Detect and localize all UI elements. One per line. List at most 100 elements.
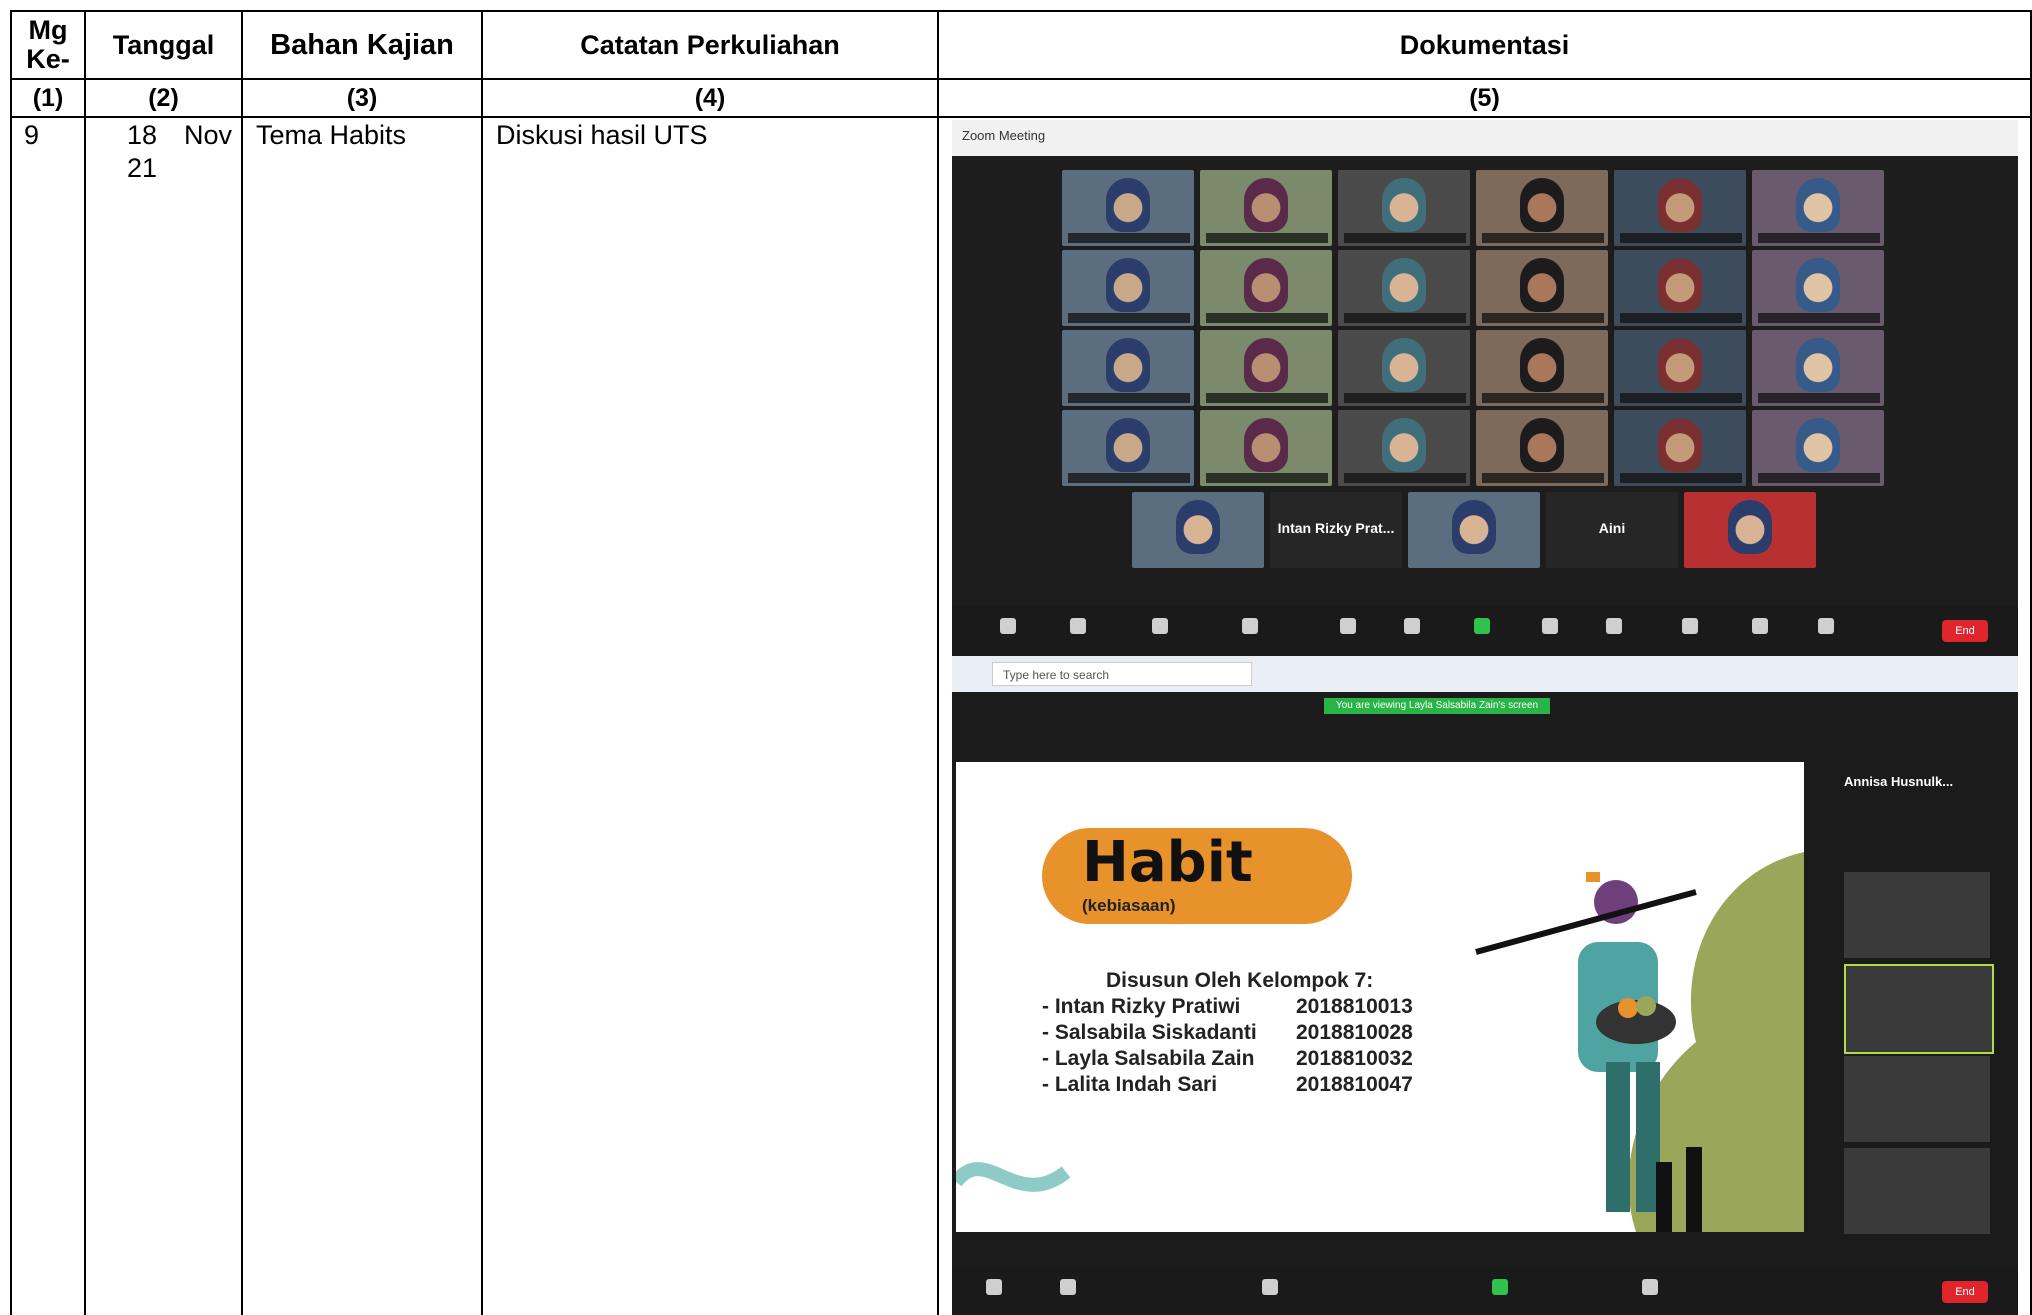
participant-display-name: Aini [1598,520,1626,536]
participant-tile [1752,250,1884,326]
share-screen-icon[interactable] [1492,1279,1508,1295]
more-icon[interactable] [1818,618,1834,634]
chat-icon[interactable] [1404,618,1420,634]
participant-name-bar [1068,393,1190,403]
zoom-window-title: Zoom Meeting [962,128,1046,143]
participant-face [1796,418,1840,472]
zoom-toolbar-share: End [952,1267,2018,1315]
participant-tile [1062,250,1194,326]
participant-face [1106,418,1150,472]
cell-date-year: 21 [127,153,158,183]
participant-name-bar [1206,313,1328,323]
participant-name-bar [1482,233,1604,243]
cell-meeting-number: 9 [24,120,40,150]
participant-name-bar [1206,393,1328,403]
participants-icon[interactable] [1262,1279,1278,1295]
side-video-2 [1844,964,1994,1054]
participant-tile [1476,170,1608,246]
participant-face [1382,178,1426,232]
participant-name-bar [1344,313,1466,323]
participant-tile [1752,170,1884,246]
slide-title: Habit [1082,830,1253,895]
participant-name-bar [1344,393,1466,403]
participant-tile [1752,410,1884,486]
col-border-1 [84,10,86,1315]
participant-tile [1614,250,1746,326]
participant-face [1796,338,1840,392]
breakout-rooms-icon[interactable] [1606,618,1622,634]
participant-face [1520,418,1564,472]
mute-icon[interactable] [986,1279,1002,1295]
participant-tile [1614,330,1746,406]
member-nim-4: 2018810047 [1296,1073,1413,1096]
participant-name-bar [1620,393,1742,403]
participant-tile [1200,410,1332,486]
participant-face [1658,418,1702,472]
colnum-5: (5) [1469,83,1500,112]
member-nim-2: 2018810028 [1296,1021,1413,1044]
member-name-4: - Lalita Indah Sari [1042,1073,1218,1096]
slide-subtitle: (kebiasaan) [1082,896,1176,915]
participant-face [1244,258,1288,312]
participant-tile [1062,330,1194,406]
end-meeting-button-2[interactable]: End [1942,1281,1988,1303]
apps-icon[interactable] [1752,618,1768,634]
participant-tile [1338,170,1470,246]
header-tanggal: Tanggal [112,29,215,60]
slide-title-pill: Habit (kebiasaan) [1042,828,1352,924]
participants-icon[interactable] [1242,618,1258,634]
windows-taskbar: Type here to search [952,656,2018,692]
participant-name-bar [1620,233,1742,243]
participant-tile [1614,410,1746,486]
participant-name-bar [1482,393,1604,403]
member-name-3: - Layla Salsabila Zain [1042,1047,1255,1070]
participant-face [1244,178,1288,232]
participant-face [1520,258,1564,312]
side-video-3 [1844,1056,1990,1142]
video-icon[interactable] [1070,618,1086,634]
member-nim-3: 2018810032 [1296,1047,1413,1070]
member-nim-1: 2018810013 [1296,995,1413,1018]
header-mg: Mg Ke- [26,15,70,74]
participant-tile [1200,330,1332,406]
header-dokumentasi: Dokumentasi [1399,29,1570,60]
share-screen-icon[interactable] [1474,618,1490,634]
member-name-2: - Salsabila Siskadanti [1042,1021,1257,1044]
participant-tile [1200,250,1332,326]
cell-date-month: Nov [184,120,233,150]
numbers-divider [10,116,2032,118]
participant-face [1658,258,1702,312]
breakout-rooms-icon[interactable] [1642,1279,1658,1295]
end-meeting-button[interactable]: End [1942,620,1988,642]
participant-name-bar [1482,313,1604,323]
participant-tile [1476,410,1608,486]
cell-bahan-kajian: Tema Habits [256,120,407,150]
participant-name-bar [1758,473,1880,483]
zoom-gallery-view: Zoom Meeting Intan Rizky Prat... Aini End… [952,120,2018,692]
video-icon[interactable] [1060,1279,1076,1295]
record-icon[interactable] [1542,618,1558,634]
mute-icon[interactable] [1000,618,1016,634]
participant-name-bar [1206,233,1328,243]
participant-face [1658,178,1702,232]
participant-tile [1062,410,1194,486]
reactions-icon[interactable] [1682,618,1698,634]
security-icon[interactable] [1152,618,1168,634]
decor-squiggle [956,1162,1071,1192]
polls-icon[interactable] [1340,618,1356,634]
participant-tile [1752,330,1884,406]
taskbar-search-input[interactable]: Type here to search [992,662,1252,686]
participant-name-bar [1758,393,1880,403]
participant-face [1106,338,1150,392]
col-border-left [10,10,12,1315]
participant-name-bar [1344,473,1466,483]
zoom-window-titlebar: Zoom Meeting [952,120,2018,156]
participant-tile [1408,492,1540,568]
colnum-4: (4) [694,83,726,112]
participant-name-bar [1620,313,1742,323]
participant-tile [1476,250,1608,326]
participant-face [1176,500,1220,554]
cell-date-day: 18 [127,120,158,150]
participant-face [1452,500,1496,554]
participant-face [1796,258,1840,312]
